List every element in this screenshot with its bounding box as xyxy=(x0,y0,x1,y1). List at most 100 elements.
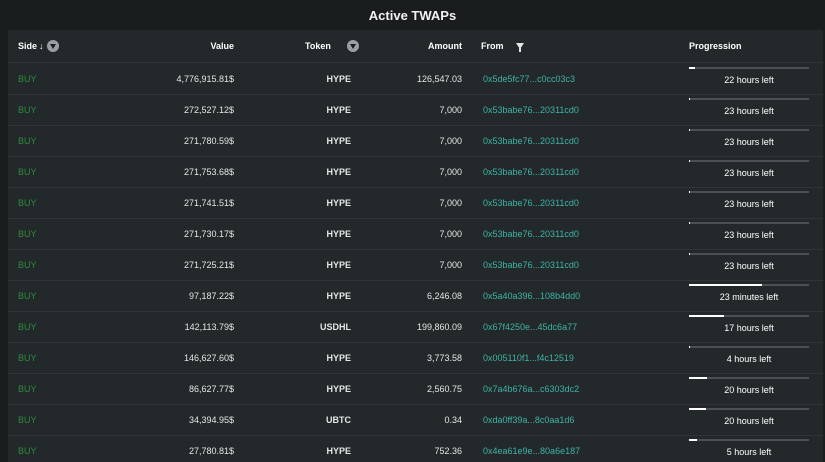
token-cell: HYPE xyxy=(326,290,351,301)
from-address-link[interactable]: 0x53babe76...20311cd0 xyxy=(483,187,579,218)
time-left-label: 23 hours left xyxy=(724,260,774,271)
twap-table: Side ↓ Value Token Amount From Progressi… xyxy=(8,30,823,462)
side-cell: BUY xyxy=(18,290,37,301)
progress-bar xyxy=(689,283,809,286)
side-cell: BUY xyxy=(18,228,37,239)
table-row[interactable]: BUY 4,776,915.81$ HYPE 126,547.03 0x5de5fc77… xyxy=(8,63,823,95)
time-left-label: 20 hours left xyxy=(724,415,774,426)
from-address-link[interactable]: 0x005110f1...f4c12519 xyxy=(483,342,574,373)
progression-cell: 4 hours left xyxy=(689,342,809,373)
value-cell: 142,113.79$ xyxy=(184,321,234,332)
time-left-label: 5 hours left xyxy=(726,446,772,457)
time-left-label: 23 hours left xyxy=(724,136,774,147)
from-address-link[interactable]: 0x67f4250e...45dc6a77 xyxy=(483,311,577,342)
table-row[interactable]: BUY 271,730.17$ HYPE 7,000 0x53babe76...2031… xyxy=(8,218,823,250)
table-row[interactable]: BUY 146,627.60$ HYPE 3,773.58 0x005110f1...f… xyxy=(8,342,823,374)
side-cell: BUY xyxy=(18,104,37,115)
table-row[interactable]: BUY 86,627.77$ HYPE 2,560.75 0x7a4b676a...c6… xyxy=(8,373,823,405)
table-row[interactable]: BUY 272,527.12$ HYPE 7,000 0x53babe76...2031… xyxy=(8,94,823,126)
time-left-label: 20 hours left xyxy=(724,384,774,395)
table-row[interactable]: BUY 97,187.22$ HYPE 6,246.08 0x5a40a396...10… xyxy=(8,280,823,312)
column-progression-label: Progression xyxy=(689,41,742,51)
amount-cell: 2,560.75 xyxy=(426,383,462,394)
progress-bar xyxy=(689,159,809,162)
amount-cell: 7,000 xyxy=(439,135,462,146)
value-cell: 271,780.59$ xyxy=(183,135,234,146)
progress-fill xyxy=(689,221,691,224)
progress-fill xyxy=(689,159,691,162)
progress-bar xyxy=(689,221,809,224)
progress-fill xyxy=(689,252,691,255)
token-cell: HYPE xyxy=(326,259,351,270)
side-cell: BUY xyxy=(18,197,37,208)
table-row[interactable]: BUY 34,394.95$ UBTC 0.34 0xda0ff39a...8c0aa1… xyxy=(8,404,823,436)
progression-cell: 23 minutes left xyxy=(689,280,809,311)
column-amount[interactable]: Amount xyxy=(388,30,462,62)
column-value[interactable]: Value xyxy=(128,30,234,62)
progress-bar xyxy=(689,252,809,255)
from-address-link[interactable]: 0x53babe76...20311cd0 xyxy=(483,125,579,156)
progress-bar xyxy=(689,438,809,441)
column-side[interactable]: Side ↓ xyxy=(18,30,59,62)
progression-cell: 23 hours left xyxy=(689,156,809,187)
from-address-link[interactable]: 0x4ea61e9e...80a6e187 xyxy=(483,435,580,462)
column-token[interactable]: Token xyxy=(305,30,359,62)
table-row[interactable]: BUY 271,753.68$ HYPE 7,000 0x53babe76...2031… xyxy=(8,156,823,188)
table-row[interactable]: BUY 271,741.51$ HYPE 7,000 0x53babe76...2031… xyxy=(8,187,823,219)
time-left-label: 23 hours left xyxy=(724,198,774,209)
from-filter-icon[interactable] xyxy=(515,43,524,52)
table-row[interactable]: BUY 142,113.79$ USDHL 199,860.09 0x67f4250e.… xyxy=(8,311,823,343)
from-address-link[interactable]: 0x5de5fc77...c0cc03c3 xyxy=(483,63,575,94)
amount-cell: 126,547.03 xyxy=(416,73,462,84)
token-cell: HYPE xyxy=(326,228,351,239)
side-cell: BUY xyxy=(18,321,37,332)
progression-cell: 5 hours left xyxy=(689,435,809,462)
from-address-link[interactable]: 0x53babe76...20311cd0 xyxy=(483,156,579,187)
token-cell: HYPE xyxy=(326,104,351,115)
token-cell: USDHL xyxy=(320,321,351,332)
amount-cell: 7,000 xyxy=(439,166,462,177)
time-left-label: 22 hours left xyxy=(724,74,774,85)
progress-bar xyxy=(689,314,809,317)
amount-cell: 7,000 xyxy=(439,259,462,270)
from-address-link[interactable]: 0xda0ff39a...8c0aa1d6 xyxy=(483,404,574,435)
value-cell: 34,394.95$ xyxy=(188,414,234,425)
progress-fill xyxy=(689,438,698,441)
side-cell: BUY xyxy=(18,135,37,146)
table-row[interactable]: BUY 27,780.81$ HYPE 752.36 0x4ea61e9e...80a6… xyxy=(8,435,823,462)
progress-fill xyxy=(689,314,724,317)
table-row[interactable]: BUY 271,725.21$ HYPE 7,000 0x53babe76...2031… xyxy=(8,249,823,281)
progression-cell: 23 hours left xyxy=(689,187,809,218)
token-cell: HYPE xyxy=(326,383,351,394)
token-cell: HYPE xyxy=(326,166,351,177)
progression-cell: 23 hours left xyxy=(689,125,809,156)
progress-fill xyxy=(689,283,763,286)
token-cell: HYPE xyxy=(326,445,351,456)
from-address-link[interactable]: 0x53babe76...20311cd0 xyxy=(483,249,579,280)
sort-desc-icon[interactable]: ↓ xyxy=(39,41,44,51)
amount-cell: 752.36 xyxy=(434,445,462,456)
from-address-link[interactable]: 0x53babe76...20311cd0 xyxy=(483,218,579,249)
side-filter-icon[interactable] xyxy=(46,40,59,52)
token-cell: HYPE xyxy=(326,135,351,146)
side-cell: BUY xyxy=(18,166,37,177)
column-from[interactable]: From xyxy=(481,30,524,62)
from-address-link[interactable]: 0x53babe76...20311cd0 xyxy=(483,94,579,125)
amount-cell: 7,000 xyxy=(439,104,462,115)
from-address-link[interactable]: 0x7a4b676a...c6303dc2 xyxy=(483,373,579,404)
token-cell: HYPE xyxy=(326,73,351,84)
time-left-label: 4 hours left xyxy=(726,353,772,364)
progression-cell: 23 hours left xyxy=(689,249,809,280)
table-header: Side ↓ Value Token Amount From Progressi… xyxy=(8,30,823,63)
table-row[interactable]: BUY 271,780.59$ HYPE 7,000 0x53babe76...2031… xyxy=(8,125,823,157)
amount-cell: 0.34 xyxy=(444,414,462,425)
amount-cell: 199,860.09 xyxy=(416,321,462,332)
progress-fill xyxy=(689,345,691,348)
value-cell: 271,741.51$ xyxy=(183,197,234,208)
from-address-link[interactable]: 0x5a40a396...108b4dd0 xyxy=(483,280,580,311)
column-amount-label: Amount xyxy=(428,41,462,51)
value-cell: 271,730.17$ xyxy=(183,228,234,239)
token-filter-icon[interactable] xyxy=(346,40,359,52)
column-from-label: From xyxy=(481,41,504,51)
value-cell: 27,780.81$ xyxy=(188,445,234,456)
